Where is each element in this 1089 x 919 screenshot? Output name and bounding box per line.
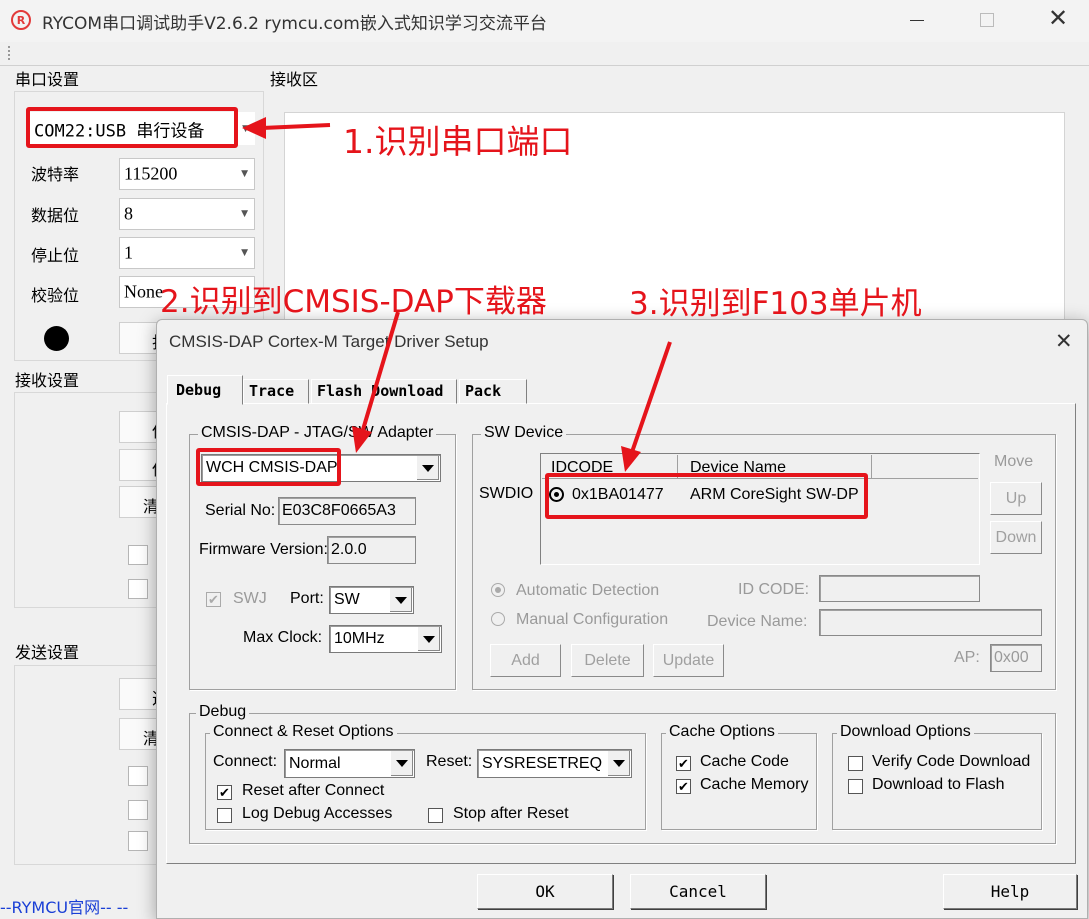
annotation-arrow-1 bbox=[242, 117, 331, 139]
annotation-1: 1.识别串口端口 bbox=[343, 122, 573, 161]
annotation-2: 2.识别到CMSIS-DAP下载器 bbox=[160, 284, 547, 320]
annotation-arrow-2 bbox=[352, 311, 400, 453]
annotation-arrow-3 bbox=[621, 341, 672, 472]
annotation-3: 3.识别到F103单片机 bbox=[629, 286, 922, 322]
